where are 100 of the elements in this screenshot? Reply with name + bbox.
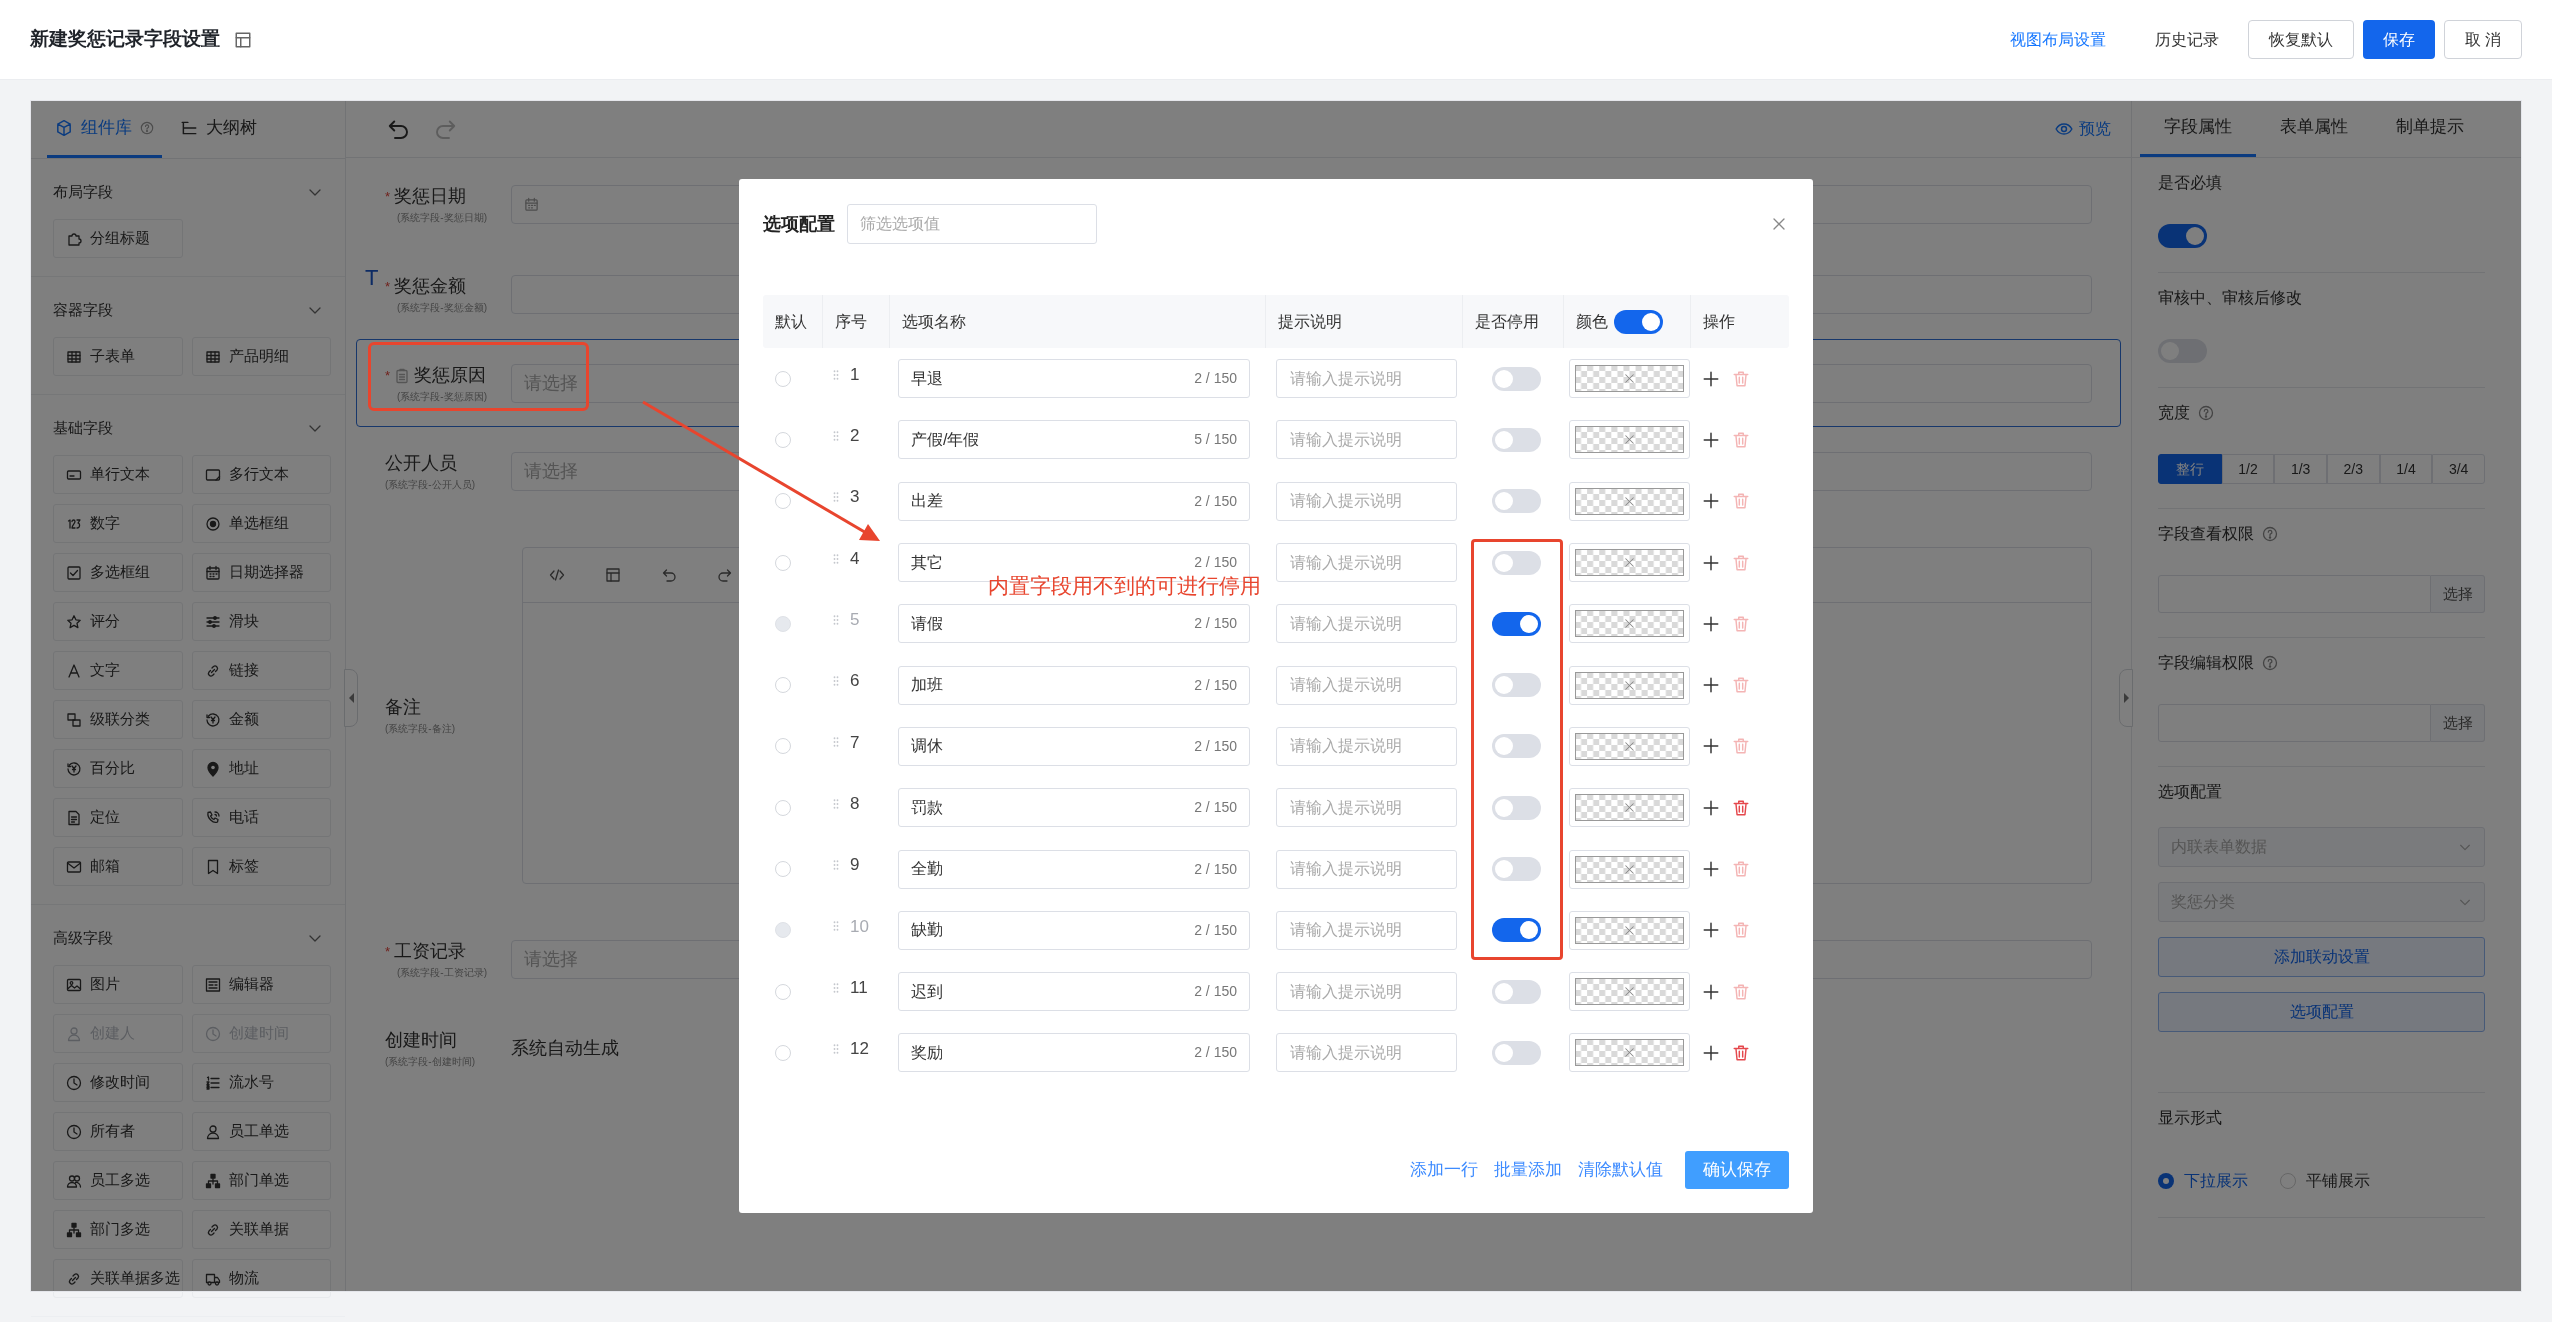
header-button[interactable]: 恢复默认 — [2247, 20, 2354, 59]
option-name-field[interactable]: 缺勤 2 / 150 — [898, 910, 1250, 950]
component-item[interactable]: 单行文本 — [53, 455, 183, 494]
panel-tab[interactable]: 组件库 — [47, 100, 162, 158]
color-swatch[interactable] — [1569, 1033, 1690, 1073]
component-item[interactable]: 子表单 — [53, 337, 183, 376]
color-swatch[interactable] — [1569, 543, 1690, 583]
toggle-switch[interactable] — [1492, 1040, 1541, 1065]
color-swatch[interactable] — [1569, 359, 1690, 399]
toggle-switch[interactable] — [1492, 427, 1541, 452]
color-swatch[interactable] — [1569, 665, 1690, 705]
option-name-field[interactable]: 加班 2 / 150 — [898, 665, 1250, 705]
component-item[interactable]: 定位 — [53, 798, 183, 837]
hint-field[interactable]: 请输入提示说明 — [1276, 1033, 1457, 1073]
component-item[interactable]: 物流 — [192, 1259, 331, 1298]
default-radio[interactable] — [775, 493, 791, 510]
width-option[interactable]: 1/2 — [2221, 454, 2275, 484]
option-name-field[interactable]: 出差 2 / 150 — [898, 481, 1250, 521]
confirm-save-button[interactable]: 确认保存 — [1685, 1151, 1789, 1189]
option-name-field[interactable]: 罚款 2 / 150 — [898, 788, 1250, 828]
default-radio[interactable] — [775, 738, 791, 755]
component-item[interactable]: 部门多选 — [53, 1210, 183, 1249]
hint-field[interactable]: 请输入提示说明 — [1276, 481, 1457, 521]
hint-field[interactable]: 请输入提示说明 — [1276, 665, 1457, 705]
delete-button[interactable] — [1732, 614, 1750, 633]
config-button[interactable]: 选项配置 — [2158, 992, 2485, 1032]
add-row-button[interactable] — [1702, 369, 1720, 388]
component-item[interactable]: 数字 — [53, 504, 183, 543]
add-row-button[interactable] — [1702, 982, 1720, 1001]
toggle-switch[interactable] — [1492, 857, 1541, 881]
component-item[interactable]: 部门单选 — [192, 1161, 331, 1200]
option-name-field[interactable]: 奖励 2 / 150 — [898, 1033, 1250, 1073]
component-item[interactable]: 标签 — [192, 847, 331, 886]
delete-button[interactable] — [1732, 1043, 1750, 1062]
hint-field[interactable]: 请输入提示说明 — [1276, 849, 1457, 889]
width-option[interactable]: 1/3 — [2274, 454, 2327, 484]
add-row-button[interactable] — [1702, 676, 1720, 695]
preview-link[interactable]: 预览 — [2055, 117, 2111, 141]
delete-button[interactable] — [1732, 430, 1750, 449]
panel-tab[interactable]: 字段属性 — [2140, 100, 2256, 157]
default-radio[interactable] — [775, 554, 791, 571]
option-name-field[interactable]: 全勤 2 / 150 — [898, 849, 1250, 889]
hint-field[interactable]: 请输入提示说明 — [1276, 359, 1457, 399]
footer-link[interactable]: 添加一行 — [1410, 1157, 1478, 1183]
width-option[interactable]: 2/3 — [2326, 454, 2380, 484]
select-button[interactable]: 选择 — [2431, 704, 2485, 742]
width-option[interactable]: 整行 — [2158, 454, 2222, 484]
toggle-switch[interactable] — [1492, 795, 1541, 820]
hint-field[interactable]: 请输入提示说明 — [1276, 910, 1457, 950]
collapse-handle[interactable] — [2119, 669, 2133, 727]
config-button[interactable]: 添加联动设置 — [2158, 937, 2485, 977]
color-swatch[interactable] — [1569, 420, 1690, 460]
default-radio[interactable] — [775, 1044, 791, 1061]
component-item[interactable]: 文字 — [53, 651, 183, 690]
toggle-switch[interactable] — [2158, 224, 2207, 248]
component-item[interactable]: 多选框组 — [53, 553, 183, 592]
delete-button[interactable] — [1732, 860, 1750, 878]
hint-field[interactable]: 请输入提示说明 — [1276, 543, 1457, 583]
hint-field[interactable]: 请输入提示说明 — [1276, 972, 1457, 1012]
toggle-switch[interactable] — [1492, 489, 1541, 514]
component-item[interactable]: 员工多选 — [53, 1161, 183, 1200]
component-item[interactable]: 地址 — [192, 749, 331, 788]
color-swatch[interactable] — [1569, 910, 1690, 950]
default-radio[interactable] — [775, 431, 791, 448]
toggle-switch[interactable] — [1614, 309, 1663, 334]
component-item[interactable]: 多行文本 — [192, 455, 331, 494]
color-swatch[interactable] — [1569, 849, 1690, 889]
component-item[interactable]: 链接 — [192, 651, 331, 690]
add-row-button[interactable] — [1702, 798, 1720, 817]
component-item[interactable]: 评分 — [53, 602, 183, 641]
component-item[interactable]: 级联分类 — [53, 700, 183, 739]
component-item[interactable]: 邮箱 — [53, 847, 183, 886]
radio-option[interactable]: 下拉展示 — [2158, 1169, 2248, 1193]
hint-field[interactable]: 请输入提示说明 — [1276, 788, 1457, 828]
collapse-handle[interactable] — [344, 669, 358, 727]
toggle-switch[interactable] — [1492, 366, 1541, 391]
component-item[interactable]: 修改时间 — [53, 1063, 183, 1102]
component-item[interactable]: 编辑器 — [192, 965, 331, 1004]
toggle-switch[interactable] — [1492, 611, 1541, 636]
delete-button[interactable] — [1732, 492, 1750, 511]
footer-link[interactable]: 批量添加 — [1494, 1157, 1562, 1183]
add-row-button[interactable] — [1702, 737, 1720, 756]
option-name-field[interactable]: 产假/年假 5 / 150 — [898, 420, 1250, 460]
toggle-switch[interactable] — [1492, 673, 1541, 698]
add-row-button[interactable] — [1702, 430, 1720, 449]
component-item[interactable]: 电话 — [192, 798, 331, 837]
header-button[interactable]: 取 消 — [2443, 20, 2522, 59]
width-option[interactable]: 1/4 — [2379, 454, 2433, 484]
width-option[interactable]: 3/4 — [2432, 454, 2485, 484]
component-item[interactable]: 关联单据多选 — [53, 1259, 183, 1298]
option-name-field[interactable]: 迟到 2 / 150 — [898, 972, 1250, 1012]
footer-link[interactable]: 清除默认值 — [1578, 1157, 1663, 1183]
delete-button[interactable] — [1732, 369, 1750, 388]
default-radio[interactable] — [775, 615, 791, 632]
toggle-switch[interactable] — [1492, 734, 1541, 759]
color-swatch[interactable] — [1569, 788, 1690, 828]
component-item[interactable]: 关联单据 — [192, 1210, 331, 1249]
add-row-button[interactable] — [1702, 553, 1720, 572]
default-radio[interactable] — [775, 370, 791, 387]
component-item[interactable]: 员工单选 — [192, 1112, 331, 1151]
